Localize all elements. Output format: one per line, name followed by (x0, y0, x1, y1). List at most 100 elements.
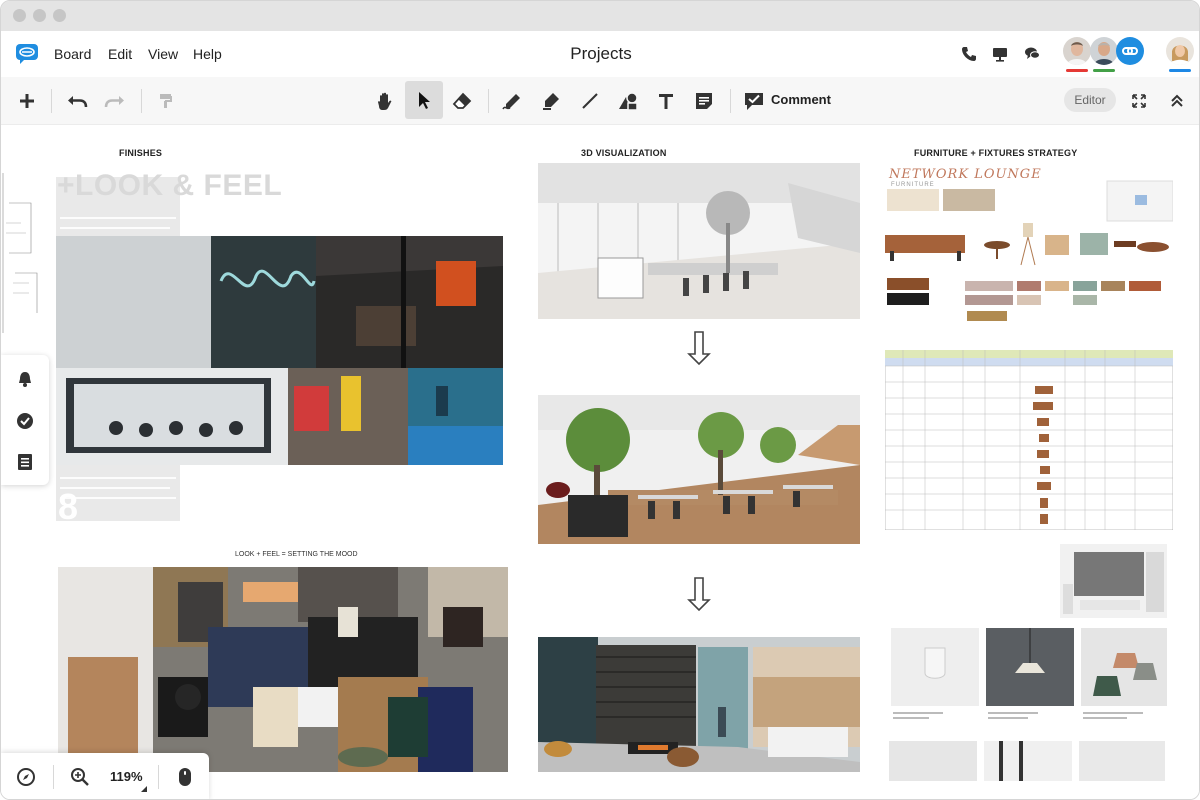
app-logo-icon[interactable] (15, 43, 39, 65)
format-painter-button[interactable] (149, 84, 183, 118)
mood-caption: LOOK + FEEL = SETTING THE MOOD (235, 551, 358, 558)
phone-icon[interactable] (959, 44, 979, 64)
network-lounge-board[interactable]: NETWORK LOUNGE FURNITURE (885, 163, 1173, 328)
look-and-feel-heading: +LOOK & FEEL (57, 169, 283, 202)
collaborator-2-color-bar (1093, 69, 1115, 72)
eraser-tool-button[interactable] (445, 84, 479, 118)
document-list-icon (18, 454, 32, 470)
menu-board[interactable]: Board (54, 46, 91, 62)
minimize-window-button[interactable] (33, 9, 46, 22)
collaborator-avatar-1[interactable] (1063, 37, 1091, 65)
plus-icon (20, 94, 34, 108)
section-title-finishes: FINISHES (119, 148, 163, 158)
navbar-divider (158, 765, 159, 789)
double-chevron-up-icon (1171, 94, 1183, 107)
built-space-photo[interactable] (538, 637, 860, 772)
arrow-down-icon (687, 577, 711, 612)
zoom-dropdown-icon[interactable] (141, 786, 147, 792)
render-sketch-lounge[interactable] (538, 163, 860, 319)
current-user-avatar[interactable] (1166, 37, 1194, 65)
furniture-schedule-table[interactable] (885, 350, 1173, 530)
navigation-bar: 119% (1, 753, 209, 799)
fullscreen-button[interactable] (1122, 84, 1156, 118)
check-circle-icon (17, 413, 33, 429)
menu-edit[interactable]: Edit (108, 46, 132, 62)
highlighter-icon (543, 93, 559, 110)
shapes-icon (619, 92, 638, 111)
toolbar-divider (730, 89, 731, 113)
shapes-tool-button[interactable] (611, 84, 645, 118)
navigator-button[interactable] (9, 760, 43, 794)
mouse-icon (179, 768, 191, 786)
comment-label[interactable]: Comment (771, 92, 831, 107)
zoom-level[interactable]: 119% (110, 769, 143, 784)
toolbar-divider (488, 89, 489, 113)
material-flatlay-photo[interactable] (58, 567, 508, 772)
navbar-divider (53, 765, 54, 789)
board-canvas[interactable]: FINISHES 8 +LOOK & FEEL LOOK + FEEL = SE… (1, 125, 1199, 799)
share-link-button[interactable] (1116, 37, 1144, 65)
collaborator-1-color-bar (1066, 69, 1088, 72)
undo-icon (68, 96, 88, 108)
bell-icon (19, 372, 31, 387)
lighting-fixtures-sheet-row-2[interactable] (889, 741, 1165, 781)
menu-help[interactable]: Help (193, 46, 222, 62)
section-title-furniture-fixtures: FURNITURE + FIXTURES STRATEGY (914, 148, 1078, 158)
undo-button[interactable] (60, 84, 94, 118)
window-titlebar (1, 1, 1199, 31)
notes-button[interactable] (14, 451, 36, 473)
hand-icon (378, 92, 392, 110)
toolbar-divider (141, 89, 142, 113)
furniture-swatches (885, 180, 1173, 321)
redo-icon (104, 96, 124, 108)
maximize-window-button[interactable] (53, 9, 66, 22)
editor-mode-badge[interactable]: Editor (1064, 88, 1116, 112)
app-window: Board Edit View Help Projects Comment Ed… (0, 0, 1200, 800)
text-icon (659, 94, 673, 109)
pen-tool-button[interactable] (496, 84, 530, 118)
tasks-button[interactable] (14, 410, 36, 432)
cursor-arrow-icon (419, 92, 430, 109)
compass-icon (17, 768, 35, 786)
sticky-note-icon (696, 93, 712, 109)
zoom-in-icon (71, 768, 89, 786)
close-window-button[interactable] (13, 9, 26, 22)
zoom-button[interactable] (63, 760, 97, 794)
current-user-color-bar (1169, 69, 1191, 72)
collaborator-avatar-2[interactable] (1090, 37, 1118, 65)
menu-view[interactable]: View (148, 46, 178, 62)
sticky-note-tool-button[interactable] (687, 84, 721, 118)
line-tool-button[interactable] (573, 84, 607, 118)
present-icon[interactable] (990, 44, 1010, 64)
comment-check-icon (745, 93, 763, 110)
toolbar: Comment Editor (1, 77, 1199, 125)
redo-button[interactable] (98, 84, 132, 118)
render-color-lounge[interactable] (538, 395, 860, 544)
arrow-down-icon (687, 331, 711, 366)
add-button[interactable] (10, 84, 44, 118)
format-painter-icon (160, 94, 172, 108)
select-tool-button[interactable] (405, 81, 443, 119)
notifications-button[interactable] (14, 368, 36, 390)
highlighter-tool-button[interactable] (534, 84, 568, 118)
svg-text:8: 8 (58, 486, 78, 521)
floor-plan-fragment (1, 173, 41, 333)
chat-icon[interactable] (1022, 44, 1042, 64)
text-tool-button[interactable] (649, 84, 683, 118)
document-title: Projects (570, 44, 632, 63)
pen-icon (502, 94, 520, 110)
expand-icon (1132, 94, 1146, 108)
toolbar-divider (51, 89, 52, 113)
left-side-panel (1, 355, 49, 485)
eraser-icon (452, 92, 472, 109)
finishes-mood-photos[interactable] (56, 236, 503, 465)
section-title-3d-visualization: 3D VISUALIZATION (581, 148, 667, 158)
floor-plan-thumbnail[interactable] (1060, 544, 1167, 618)
menu-bar: Board Edit View Help Projects (1, 31, 1199, 77)
line-icon (582, 93, 598, 109)
comment-tool-button[interactable] (737, 84, 771, 118)
hand-tool-button[interactable] (368, 84, 402, 118)
mouse-mode-button[interactable] (168, 760, 202, 794)
collapse-toolbar-button[interactable] (1160, 84, 1194, 118)
lighting-fixtures-sheet[interactable] (891, 628, 1167, 738)
